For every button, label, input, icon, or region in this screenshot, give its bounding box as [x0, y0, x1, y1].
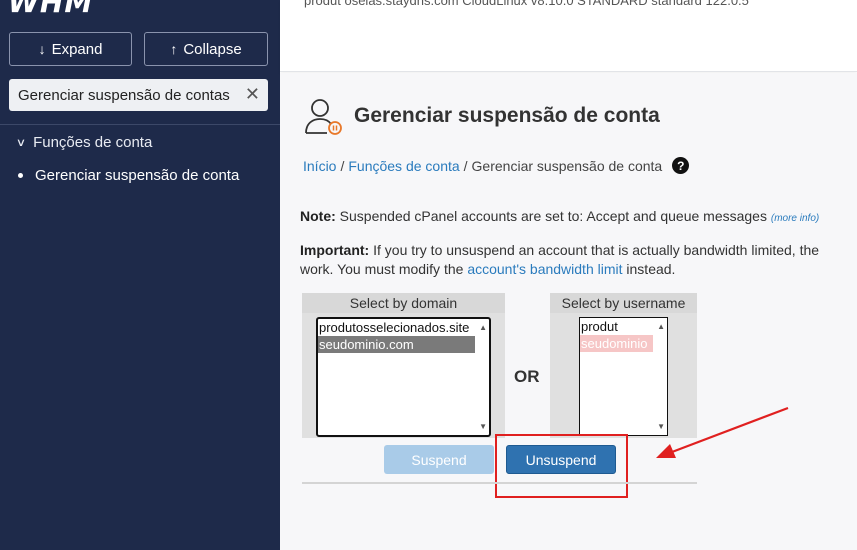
- breadcrumb-home-link[interactable]: Início: [303, 158, 336, 174]
- important-text: Important: If you try to unsuspend an ac…: [300, 241, 857, 279]
- scroll-down-icon[interactable]: ▼: [657, 422, 665, 431]
- sidebar-item-manage-suspension[interactable]: Gerenciar suspensão de conta: [18, 167, 239, 184]
- scroll-down-icon[interactable]: ▼: [479, 422, 487, 431]
- username-listbox[interactable]: produt seudominio ▲ ▼: [579, 317, 668, 436]
- form-divider: [302, 482, 697, 484]
- note-text: Note: Suspended cPanel accounts are set …: [300, 208, 819, 224]
- page-title: Gerenciar suspensão de conta: [354, 104, 660, 127]
- arrow-up-icon: ↑: [170, 41, 178, 57]
- sidebar-section-account-functions[interactable]: ∨ Funções de conta: [15, 134, 153, 151]
- arrow-down-icon: ↓: [38, 41, 46, 57]
- sidebar-search-value: Gerenciar suspensão de contas: [18, 86, 230, 104]
- domain-option-selected[interactable]: seudominio.com: [318, 336, 475, 353]
- sidebar-item-label: Gerenciar suspensão de conta: [35, 167, 240, 184]
- chevron-down-icon: ∨: [15, 137, 27, 149]
- suspend-button[interactable]: Suspend: [384, 445, 494, 474]
- important-body-2: work. You must modify the: [300, 261, 464, 277]
- or-label: OR: [514, 367, 540, 386]
- select-by-domain-header: Select by domain: [302, 293, 505, 313]
- sidebar: WHM ↓ Expand ↑ Collapse Gerenciar suspen…: [0, 0, 280, 550]
- breadcrumb-separator: /: [463, 157, 468, 174]
- user-suspend-icon: [305, 99, 342, 135]
- breadcrumb: Início / Funções de conta / Gerenciar su…: [303, 157, 690, 174]
- clear-search-icon[interactable]: ✕: [245, 84, 260, 105]
- breadcrumb-account-functions-link[interactable]: Funções de conta: [348, 158, 459, 174]
- important-body-1: If you try to unsuspend an account that …: [373, 242, 820, 258]
- domain-listbox[interactable]: produtosselecionados.site seudominio.com…: [316, 317, 491, 437]
- collapse-button[interactable]: ↑ Collapse: [144, 32, 268, 66]
- username-option-selected[interactable]: seudominio: [580, 335, 653, 352]
- note-label: Note:: [300, 208, 336, 224]
- collapse-button-label: Collapse: [183, 40, 242, 58]
- top-bar: produt oselas.staydns.com CloudLinux v8.…: [280, 0, 857, 72]
- scroll-up-icon[interactable]: ▲: [479, 323, 487, 332]
- help-icon[interactable]: ?: [672, 157, 690, 174]
- expand-button-label: Expand: [51, 40, 103, 58]
- main-content: Gerenciar suspensão de conta Início / Fu…: [280, 73, 857, 550]
- select-by-username-panel: produt seudominio ▲ ▼: [550, 313, 697, 438]
- username-option[interactable]: produt: [580, 318, 653, 335]
- domain-option[interactable]: produtosselecionados.site: [318, 319, 475, 336]
- important-body-3: instead.: [626, 261, 676, 277]
- sidebar-section-label: Funções de conta: [33, 134, 153, 151]
- bullet-icon: [18, 173, 23, 178]
- important-label: Important:: [300, 242, 370, 258]
- more-info-link[interactable]: (more info): [771, 213, 819, 224]
- breadcrumb-current: Gerenciar suspensão de conta: [471, 157, 663, 174]
- server-info-text: produt oselas.staydns.com CloudLinux v8.…: [304, 0, 749, 8]
- select-by-username-header: Select by username: [550, 293, 697, 313]
- note-body: Suspended cPanel accounts are set to: Ac…: [339, 208, 767, 224]
- select-by-domain-panel: produtosselecionados.site seudominio.com…: [302, 313, 505, 438]
- sidebar-search-input[interactable]: Gerenciar suspensão de contas ✕: [9, 79, 268, 111]
- breadcrumb-separator: /: [340, 157, 345, 174]
- whm-logo: WHM: [8, 0, 94, 19]
- sidebar-divider: [0, 124, 280, 125]
- scroll-up-icon[interactable]: ▲: [657, 322, 665, 331]
- bandwidth-limit-link[interactable]: account's bandwidth limit: [467, 261, 622, 277]
- annotation-highlight-box: [495, 434, 628, 498]
- expand-button[interactable]: ↓ Expand: [9, 32, 132, 66]
